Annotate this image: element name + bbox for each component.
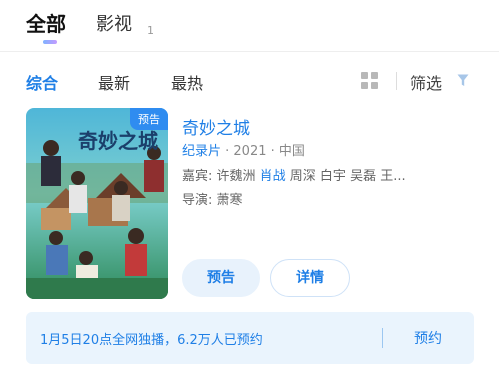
poster-artwork: 奇妙之城 xyxy=(26,108,168,299)
divider xyxy=(382,328,383,348)
reservation-info: 1月5日20点全网独播，6.2万人已预约 xyxy=(40,333,263,348)
trailer-button[interactable]: 预告 xyxy=(182,259,260,297)
year-region: · 2021 · 中国 xyxy=(221,144,305,159)
result-title[interactable]: 奇妙之城 xyxy=(182,114,250,139)
sort-comprehensive[interactable]: 综合 xyxy=(26,70,58,94)
sort-filter-bar: 综合 最新 最热 筛选 xyxy=(0,52,499,102)
sort-latest[interactable]: 最新 xyxy=(98,70,130,94)
tab-video-count: 1 xyxy=(147,24,154,37)
result-meta: 纪录片 · 2021 · 中国 xyxy=(182,140,305,159)
poster-image[interactable]: 奇妙之城 预告 xyxy=(26,108,168,299)
cast-member: 许魏洲 xyxy=(216,169,260,184)
funnel-icon[interactable] xyxy=(457,74,469,87)
sort-hottest[interactable]: 最热 xyxy=(171,70,203,94)
top-tab-bar: 全部 影视 1 xyxy=(0,0,499,52)
director-line: 导演: 萧寒 xyxy=(182,193,243,208)
cast-label: 嘉宾: xyxy=(182,169,217,184)
reserve-button[interactable]: 预约 xyxy=(414,328,442,348)
divider xyxy=(396,72,397,90)
tab-all[interactable]: 全部 xyxy=(26,8,66,37)
trailer-badge: 预告 xyxy=(130,108,168,130)
tab-active-indicator xyxy=(43,40,57,44)
cast-line: 嘉宾: 许魏洲 肖战 周深 白宇 吴磊 王... xyxy=(182,165,482,184)
genre-tag[interactable]: 纪录片 xyxy=(182,144,221,159)
svg-text:奇妙之城: 奇妙之城 xyxy=(78,129,158,153)
cast-highlight[interactable]: 肖战 xyxy=(260,169,286,184)
reservation-banner: 1月5日20点全网独播，6.2万人已预约 预约 xyxy=(26,312,474,364)
detail-button[interactable]: 详情 xyxy=(270,259,350,297)
cast-rest: 周深 白宇 吴磊 王... xyxy=(285,169,406,184)
filter-button[interactable]: 筛选 xyxy=(410,70,442,94)
tab-video[interactable]: 影视 xyxy=(96,10,132,36)
grid-view-icon[interactable] xyxy=(361,72,379,90)
